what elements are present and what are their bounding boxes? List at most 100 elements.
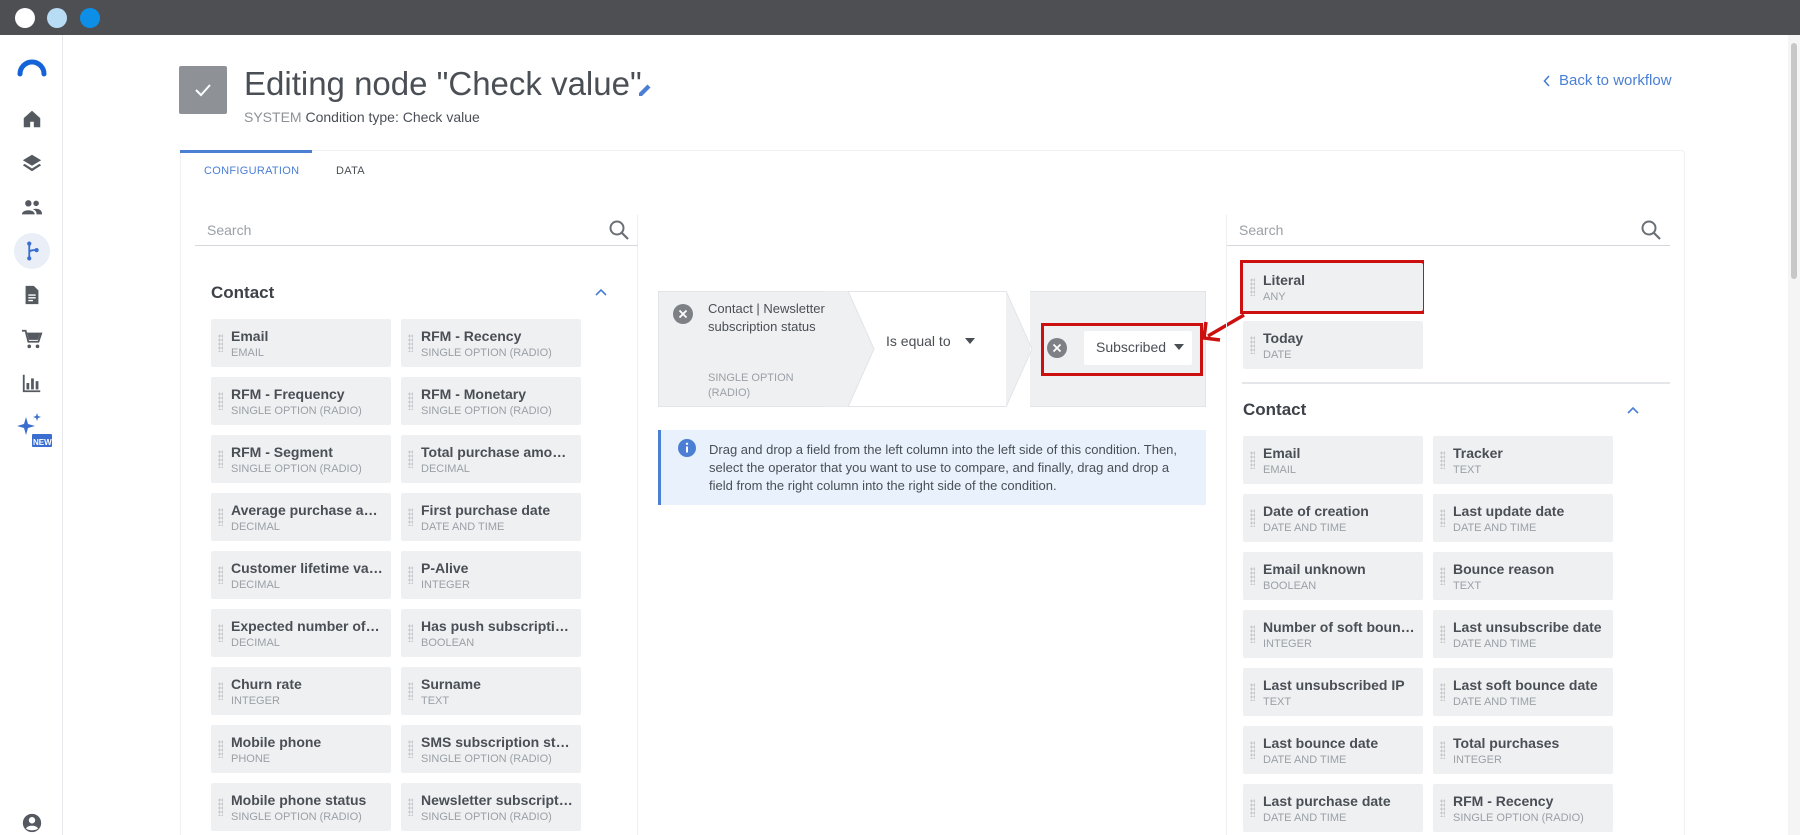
literal-value-select[interactable]: Subscribed bbox=[1084, 331, 1192, 365]
field-item[interactable]: Bounce reason TEXT bbox=[1433, 552, 1613, 600]
workflow-icon[interactable] bbox=[14, 233, 50, 269]
close-window-button[interactable] bbox=[15, 8, 35, 28]
drag-handle-icon[interactable] bbox=[218, 682, 223, 700]
drag-handle-icon[interactable] bbox=[408, 740, 413, 758]
drag-handle-icon[interactable] bbox=[408, 508, 413, 526]
drag-handle-icon[interactable] bbox=[1250, 278, 1255, 296]
back-to-workflow-link[interactable]: Back to workflow bbox=[1543, 72, 1672, 89]
drag-handle-icon[interactable] bbox=[408, 624, 413, 642]
drag-handle-icon[interactable] bbox=[1250, 451, 1255, 469]
logo-icon[interactable] bbox=[14, 49, 50, 85]
right-search-input[interactable] bbox=[1239, 220, 1619, 240]
tab-data[interactable]: DATA bbox=[336, 165, 365, 177]
search-icon[interactable] bbox=[608, 219, 630, 241]
field-item[interactable]: First purchase date DATE AND TIME bbox=[401, 493, 581, 541]
drag-handle-icon[interactable] bbox=[1440, 799, 1445, 817]
field-item[interactable]: Last bounce date DATE AND TIME bbox=[1243, 726, 1423, 774]
field-item[interactable]: Email unknown BOOLEAN bbox=[1243, 552, 1423, 600]
drag-handle-icon[interactable] bbox=[1250, 509, 1255, 527]
search-icon[interactable] bbox=[1640, 219, 1662, 241]
field-item[interactable]: RFM - Monetary SINGLE OPTION (RADIO) bbox=[401, 377, 581, 425]
field-item[interactable]: Last soft bounce date DATE AND TIME bbox=[1433, 668, 1613, 716]
drag-handle-icon[interactable] bbox=[1440, 625, 1445, 643]
drag-handle-icon[interactable] bbox=[218, 450, 223, 468]
drag-handle-icon[interactable] bbox=[1250, 799, 1255, 817]
field-item[interactable]: Last purchase date DATE AND TIME bbox=[1243, 784, 1423, 832]
field-item[interactable]: Literal ANY bbox=[1243, 263, 1423, 311]
edit-pencil-icon[interactable] bbox=[637, 82, 653, 103]
document-icon[interactable] bbox=[14, 277, 50, 313]
field-item[interactable]: RFM - Frequency SINGLE OPTION (RADIO) bbox=[211, 377, 391, 425]
field-name: Email unknown bbox=[1263, 561, 1366, 577]
chart-icon[interactable] bbox=[14, 365, 50, 401]
field-item[interactable]: Has push subscriptions BOOLEAN bbox=[401, 609, 581, 657]
drag-handle-icon[interactable] bbox=[218, 740, 223, 758]
drag-handle-icon[interactable] bbox=[408, 798, 413, 816]
home-icon[interactable] bbox=[14, 101, 50, 137]
drag-handle-icon[interactable] bbox=[1440, 683, 1445, 701]
field-item[interactable]: Mobile phone PHONE bbox=[211, 725, 391, 773]
drag-handle-icon[interactable] bbox=[408, 334, 413, 352]
info-icon bbox=[678, 439, 696, 457]
drag-handle-icon[interactable] bbox=[408, 566, 413, 584]
field-item[interactable]: Total purchases INTEGER bbox=[1433, 726, 1613, 774]
field-item[interactable]: RFM - Recency SINGLE OPTION (RADIO) bbox=[1433, 784, 1613, 832]
chevron-up-icon[interactable] bbox=[1627, 406, 1639, 414]
drag-handle-icon[interactable] bbox=[1250, 741, 1255, 759]
drag-handle-icon[interactable] bbox=[408, 392, 413, 410]
minimize-window-button[interactable] bbox=[47, 8, 67, 28]
field-item[interactable]: RFM - Segment SINGLE OPTION (RADIO) bbox=[211, 435, 391, 483]
field-item[interactable]: RFM - Recency SINGLE OPTION (RADIO) bbox=[401, 319, 581, 367]
field-item[interactable]: Surname TEXT bbox=[401, 667, 581, 715]
field-item[interactable]: Average purchase amo... DECIMAL bbox=[211, 493, 391, 541]
sparkle-new-icon[interactable]: NEW bbox=[14, 411, 54, 455]
drag-handle-icon[interactable] bbox=[1440, 451, 1445, 469]
operator-dropdown[interactable]: Is equal to bbox=[886, 333, 975, 349]
drag-handle-icon[interactable] bbox=[218, 624, 223, 642]
drag-handle-icon[interactable] bbox=[218, 798, 223, 816]
drag-handle-icon[interactable] bbox=[1440, 509, 1445, 527]
layers-icon[interactable] bbox=[14, 145, 50, 181]
drag-handle-icon[interactable] bbox=[1250, 625, 1255, 643]
drag-handle-icon[interactable] bbox=[1440, 741, 1445, 759]
drag-handle-icon[interactable] bbox=[408, 450, 413, 468]
drag-handle-icon[interactable] bbox=[218, 334, 223, 352]
people-icon[interactable] bbox=[14, 189, 50, 225]
drag-handle-icon[interactable] bbox=[218, 392, 223, 410]
field-item[interactable]: Last unsubscribe date DATE AND TIME bbox=[1433, 610, 1613, 658]
drag-handle-icon[interactable] bbox=[1250, 683, 1255, 701]
left-search-input[interactable] bbox=[207, 220, 587, 240]
page-scrollbar[interactable] bbox=[1788, 35, 1800, 835]
account-icon[interactable] bbox=[14, 805, 50, 835]
field-item[interactable]: Number of soft bounces INTEGER bbox=[1243, 610, 1423, 658]
maximize-window-button[interactable] bbox=[80, 8, 100, 28]
tab-configuration[interactable]: CONFIGURATION bbox=[204, 165, 299, 177]
drag-handle-icon[interactable] bbox=[408, 682, 413, 700]
drag-handle-icon[interactable] bbox=[1250, 567, 1255, 585]
cart-icon[interactable] bbox=[14, 321, 50, 357]
field-item[interactable]: Churn rate INTEGER bbox=[211, 667, 391, 715]
field-item[interactable]: Tracker TEXT bbox=[1433, 436, 1613, 484]
chevron-up-icon[interactable] bbox=[595, 288, 607, 296]
remove-left-field-button[interactable] bbox=[673, 304, 693, 324]
scrollbar-thumb[interactable] bbox=[1791, 43, 1797, 279]
remove-right-value-button[interactable] bbox=[1047, 338, 1067, 358]
field-item[interactable]: Total purchase amount DECIMAL bbox=[401, 435, 581, 483]
field-item[interactable]: Newsletter subscriptio... SINGLE OPTION (… bbox=[401, 783, 581, 831]
field-item[interactable]: Expected number of p... DECIMAL bbox=[211, 609, 391, 657]
drag-handle-icon[interactable] bbox=[218, 566, 223, 584]
field-item[interactable]: SMS subscription status SINGLE OPTION (RA… bbox=[401, 725, 581, 773]
drag-handle-icon[interactable] bbox=[218, 508, 223, 526]
drag-handle-icon[interactable] bbox=[1440, 567, 1445, 585]
field-item[interactable]: Date of creation DATE AND TIME bbox=[1243, 494, 1423, 542]
field-item[interactable]: Last update date DATE AND TIME bbox=[1433, 494, 1613, 542]
field-item[interactable]: P-Alive INTEGER bbox=[401, 551, 581, 599]
drag-handle-icon[interactable] bbox=[1250, 336, 1255, 354]
field-name: Newsletter subscriptio... bbox=[421, 792, 573, 808]
field-item[interactable]: Customer lifetime valu... DECIMAL bbox=[211, 551, 391, 599]
field-item[interactable]: Last unsubscribed IP TEXT bbox=[1243, 668, 1423, 716]
field-item[interactable]: Mobile phone status SINGLE OPTION (RADIO) bbox=[211, 783, 391, 831]
field-item[interactable]: Today DATE bbox=[1243, 321, 1423, 369]
field-item[interactable]: Email EMAIL bbox=[1243, 436, 1423, 484]
field-item[interactable]: Email EMAIL bbox=[211, 319, 391, 367]
